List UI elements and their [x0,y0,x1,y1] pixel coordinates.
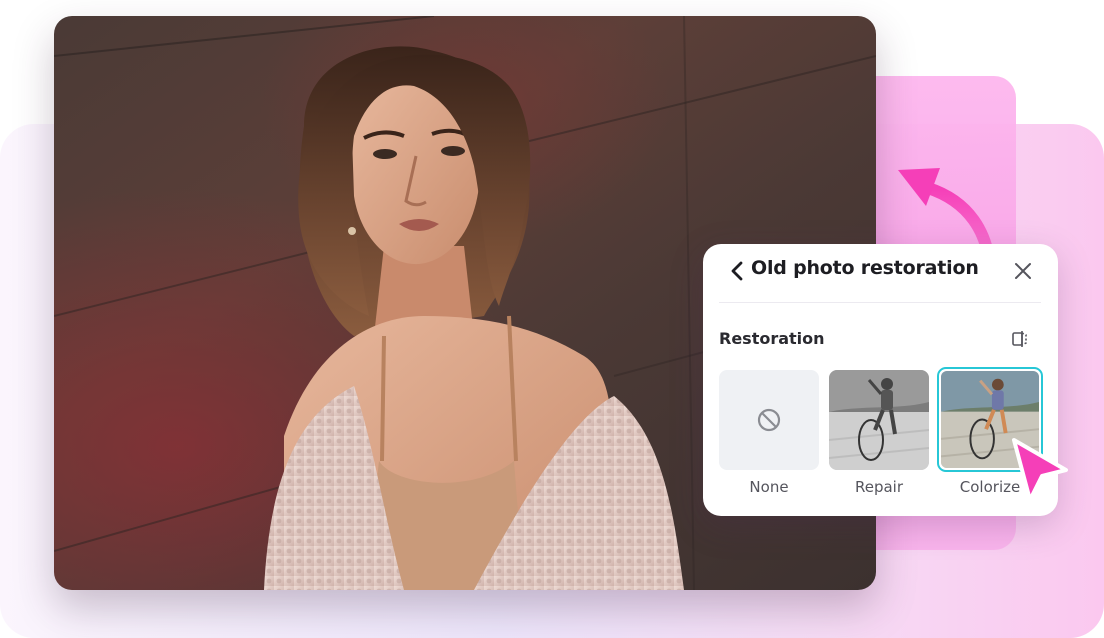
option-repair-label: Repair [854,478,904,496]
section-title: Restoration [719,329,825,348]
close-icon [1015,263,1031,279]
compare-icon [1012,331,1027,347]
repair-thumbnail [829,370,929,470]
back-button[interactable] [725,259,749,283]
cursor-pointer-icon [1012,438,1068,502]
close-button[interactable] [1009,257,1037,285]
header-divider [719,302,1041,303]
stage: Old photo restoration Restoration None R… [0,0,1104,638]
panel-header: Old photo restoration [703,244,1058,302]
compare-button[interactable] [1010,329,1032,349]
no-symbol-icon [757,408,781,432]
chevron-left-icon [731,261,743,281]
option-repair[interactable] [829,370,929,470]
option-none-label: None [749,478,789,496]
restoration-panel: Old photo restoration Restoration None R… [703,244,1058,516]
option-none[interactable] [719,370,819,470]
panel-title: Old photo restoration [751,257,979,279]
